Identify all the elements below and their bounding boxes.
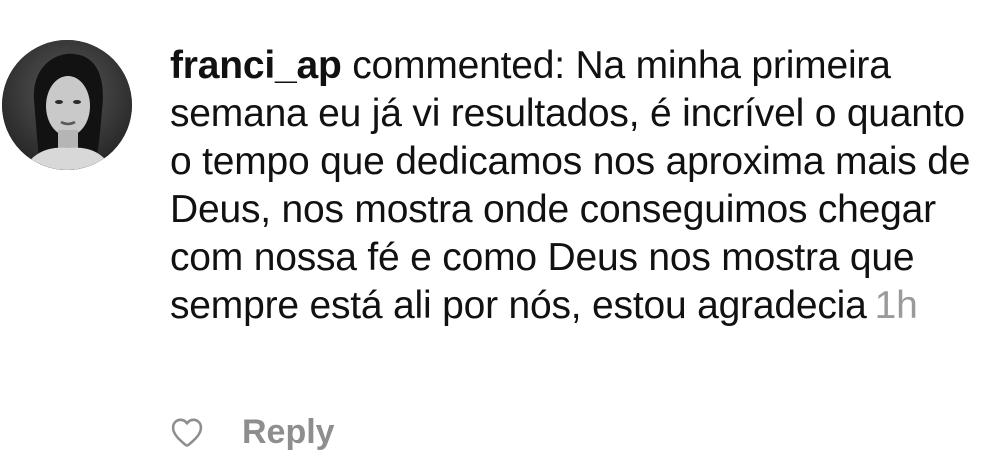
- comment-verb: commented:: [341, 44, 576, 87]
- reply-button[interactable]: Reply: [242, 413, 335, 452]
- comment-item: franci_ap commented: Na minha primeira s…: [0, 0, 994, 474]
- heart-outline-icon[interactable]: [168, 413, 206, 451]
- comment-timestamp: 1h: [874, 284, 918, 327]
- comment-username[interactable]: franci_ap: [170, 44, 342, 87]
- comment-actions: Reply: [168, 410, 335, 454]
- avatar-photo: [2, 40, 132, 170]
- comment-body: franci_ap commented: Na minha primeira s…: [170, 42, 988, 330]
- avatar[interactable]: [2, 40, 132, 170]
